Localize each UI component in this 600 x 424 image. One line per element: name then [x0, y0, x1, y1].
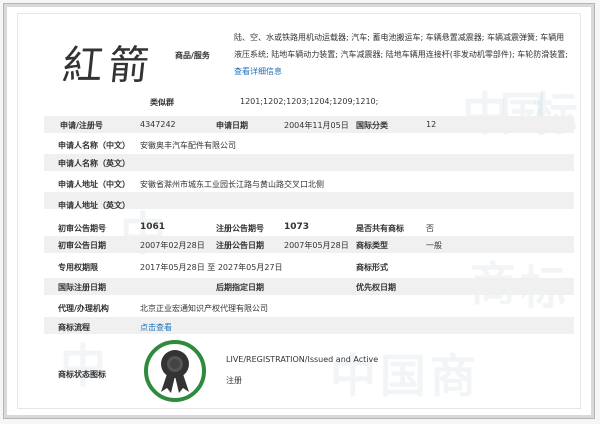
shared-label: 是否共有商标	[356, 224, 404, 233]
tm-type-label: 商标类型	[356, 241, 388, 250]
term-to: 2027年05月27日	[217, 263, 283, 272]
status-label: 商标状态图标	[58, 370, 106, 379]
row-background	[44, 278, 574, 295]
first-pub-date-value: 2007年02月28日	[140, 241, 205, 250]
priority-date-label: 优先权日期	[356, 283, 396, 292]
status-line-2: 注册	[226, 376, 242, 385]
later-date-label: 后期指定日期	[216, 283, 264, 292]
tm-form-label: 商标形式	[356, 263, 388, 272]
reg-pub-date-value: 2007年05月28日	[284, 241, 349, 250]
similar-group-label: 类似群	[150, 98, 174, 107]
reg-no-value: 4347242	[140, 120, 176, 129]
view-details-link[interactable]: 查看详细信息	[234, 67, 282, 76]
app-date-value: 2004年11月05日	[284, 121, 349, 130]
reg-no-label: 申请/注册号	[60, 121, 103, 130]
term-value: 2017年05月28日 至 2027年05月27日	[140, 262, 283, 273]
reg-pub-date-label: 注册公告日期	[216, 241, 264, 250]
agent-label: 代理/办理机构	[58, 304, 109, 313]
rosette-icon	[161, 350, 189, 393]
similar-group-value: 1201;1202;1203;1204;1209;1210;	[240, 97, 379, 106]
row-background	[44, 317, 574, 334]
term-from: 2017年05月28日	[140, 263, 205, 272]
goods-label: 商品/服务	[175, 51, 210, 60]
applicant-name-cn-value: 安徽奥丰汽车配件有限公司	[140, 141, 236, 150]
goods-description: 陆、空、水或铁路用机动运载器; 汽车; 蓄电池搬运车; 车辆悬置减震器; 车辆减…	[234, 29, 568, 80]
agent-value: 北京正业宏通知识产权代理有限公司	[140, 304, 268, 313]
term-separator: 至	[207, 263, 216, 272]
goods-text: 陆、空、水或铁路用机动运载器; 汽车; 蓄电池搬运车; 车辆悬置减震器; 车辆减…	[234, 33, 568, 59]
applicant-addr-cn-label: 申请人地址（中文）	[58, 180, 130, 189]
first-pub-no-value: 1061	[140, 222, 166, 232]
intl-class-value: 12	[426, 120, 437, 129]
first-pub-date-label: 初审公告日期	[58, 241, 106, 250]
intl-class-label: 国际分类	[356, 121, 388, 130]
tm-type-value: 一般	[426, 241, 442, 250]
process-view-link[interactable]: 点击查看	[140, 322, 172, 333]
applicant-name-cn-label: 申请人名称（中文）	[58, 141, 130, 150]
app-date-label: 申请日期	[216, 121, 248, 130]
applicant-addr-en-label: 申请人地址（英文）	[58, 201, 130, 210]
term-label: 专用权期限	[58, 263, 98, 272]
first-pub-no-label: 初审公告期号	[58, 224, 106, 233]
trademark-logo: 紅箭	[60, 43, 157, 89]
intl-reg-date-label: 国际注册日期	[58, 283, 106, 292]
reg-pub-no-label: 注册公告期号	[216, 224, 264, 233]
process-label: 商标流程	[58, 323, 90, 332]
status-badge	[144, 340, 206, 402]
status-line-1: LIVE/REGISTRATION/Issued and Active	[226, 355, 379, 364]
reg-pub-no-value: 1073	[284, 222, 310, 232]
shared-value: 否	[426, 224, 434, 233]
applicant-name-en-label: 申请人名称（英文）	[58, 159, 130, 168]
applicant-addr-cn-value: 安徽省滁州市城东工业园长江路与黄山路交叉口北侧	[140, 180, 324, 189]
